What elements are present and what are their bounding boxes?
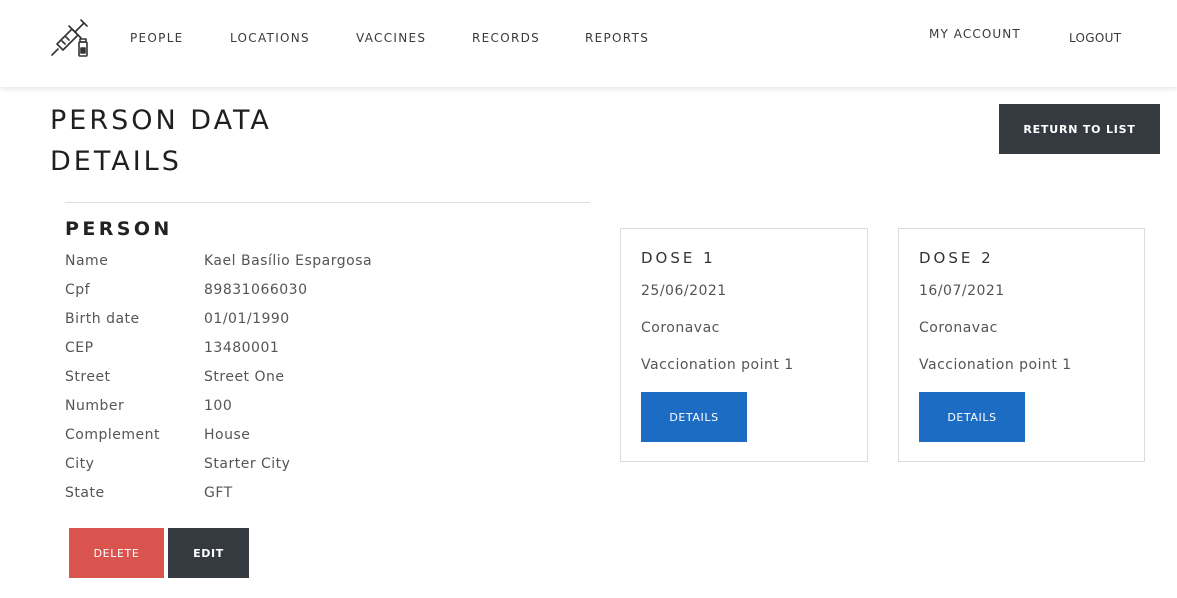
nav-people[interactable]: PEOPLE (130, 31, 184, 45)
dose-vaccine: Coronavac (919, 320, 998, 336)
field-label: Street (65, 369, 111, 385)
field-value: 13480001 (204, 340, 280, 356)
field-label: City (65, 456, 95, 472)
field-label: Name (65, 253, 109, 269)
logout-link[interactable]: LOGOUT (1069, 31, 1121, 45)
field-label: Complement (65, 427, 160, 443)
page-title: PERSON DATA DETAILS (50, 100, 350, 182)
field-label: CEP (65, 340, 94, 356)
syringe-vial-icon[interactable] (48, 17, 92, 59)
return-to-list-button[interactable]: RETURN TO LIST (999, 104, 1160, 154)
page-title-line2: DETAILS (50, 146, 182, 177)
page-title-line1: PERSON DATA (50, 105, 272, 136)
person-section-title: PERSON (65, 218, 173, 240)
field-value: Kael Basílio Espargosa (204, 253, 373, 269)
field-value: 100 (204, 398, 233, 414)
field-value: House (204, 427, 251, 443)
field-value: 01/01/1990 (204, 311, 290, 327)
dose-vaccine: Coronavac (641, 320, 720, 336)
dose-details-button[interactable]: DETAILS (641, 392, 747, 442)
field-label: Number (65, 398, 125, 414)
dose-date: 25/06/2021 (641, 283, 727, 299)
field-label: Birth date (65, 311, 140, 327)
dose-title: DOSE 2 (919, 249, 994, 267)
dose-date: 16/07/2021 (919, 283, 1005, 299)
field-value: Starter City (204, 456, 291, 472)
dose-title: DOSE 1 (641, 249, 716, 267)
section-divider (65, 202, 590, 203)
field-label: Cpf (65, 282, 91, 298)
field-value: 89831066030 (204, 282, 308, 298)
dose-location: Vaccionation point 1 (919, 357, 1072, 373)
edit-button[interactable]: EDIT (168, 528, 249, 578)
top-navbar: PEOPLE LOCATIONS VACCINES RECORDS REPORT… (0, 0, 1177, 87)
delete-button[interactable]: DELETE (69, 528, 164, 578)
field-value: Street One (204, 369, 285, 385)
nav-vaccines[interactable]: VACCINES (356, 31, 426, 45)
field-label: State (65, 485, 105, 501)
dose-card: DOSE 2 16/07/2021 Coronavac Vaccionation… (898, 228, 1145, 462)
my-account-link[interactable]: MY ACCOUNT (929, 27, 1021, 41)
dose-card: DOSE 1 25/06/2021 Coronavac Vaccionation… (620, 228, 868, 462)
dose-location: Vaccionation point 1 (641, 357, 794, 373)
nav-records[interactable]: RECORDS (472, 31, 540, 45)
nav-reports[interactable]: REPORTS (585, 31, 649, 45)
field-value: GFT (204, 485, 233, 501)
dose-details-button[interactable]: DETAILS (919, 392, 1025, 442)
nav-locations[interactable]: LOCATIONS (230, 31, 310, 45)
